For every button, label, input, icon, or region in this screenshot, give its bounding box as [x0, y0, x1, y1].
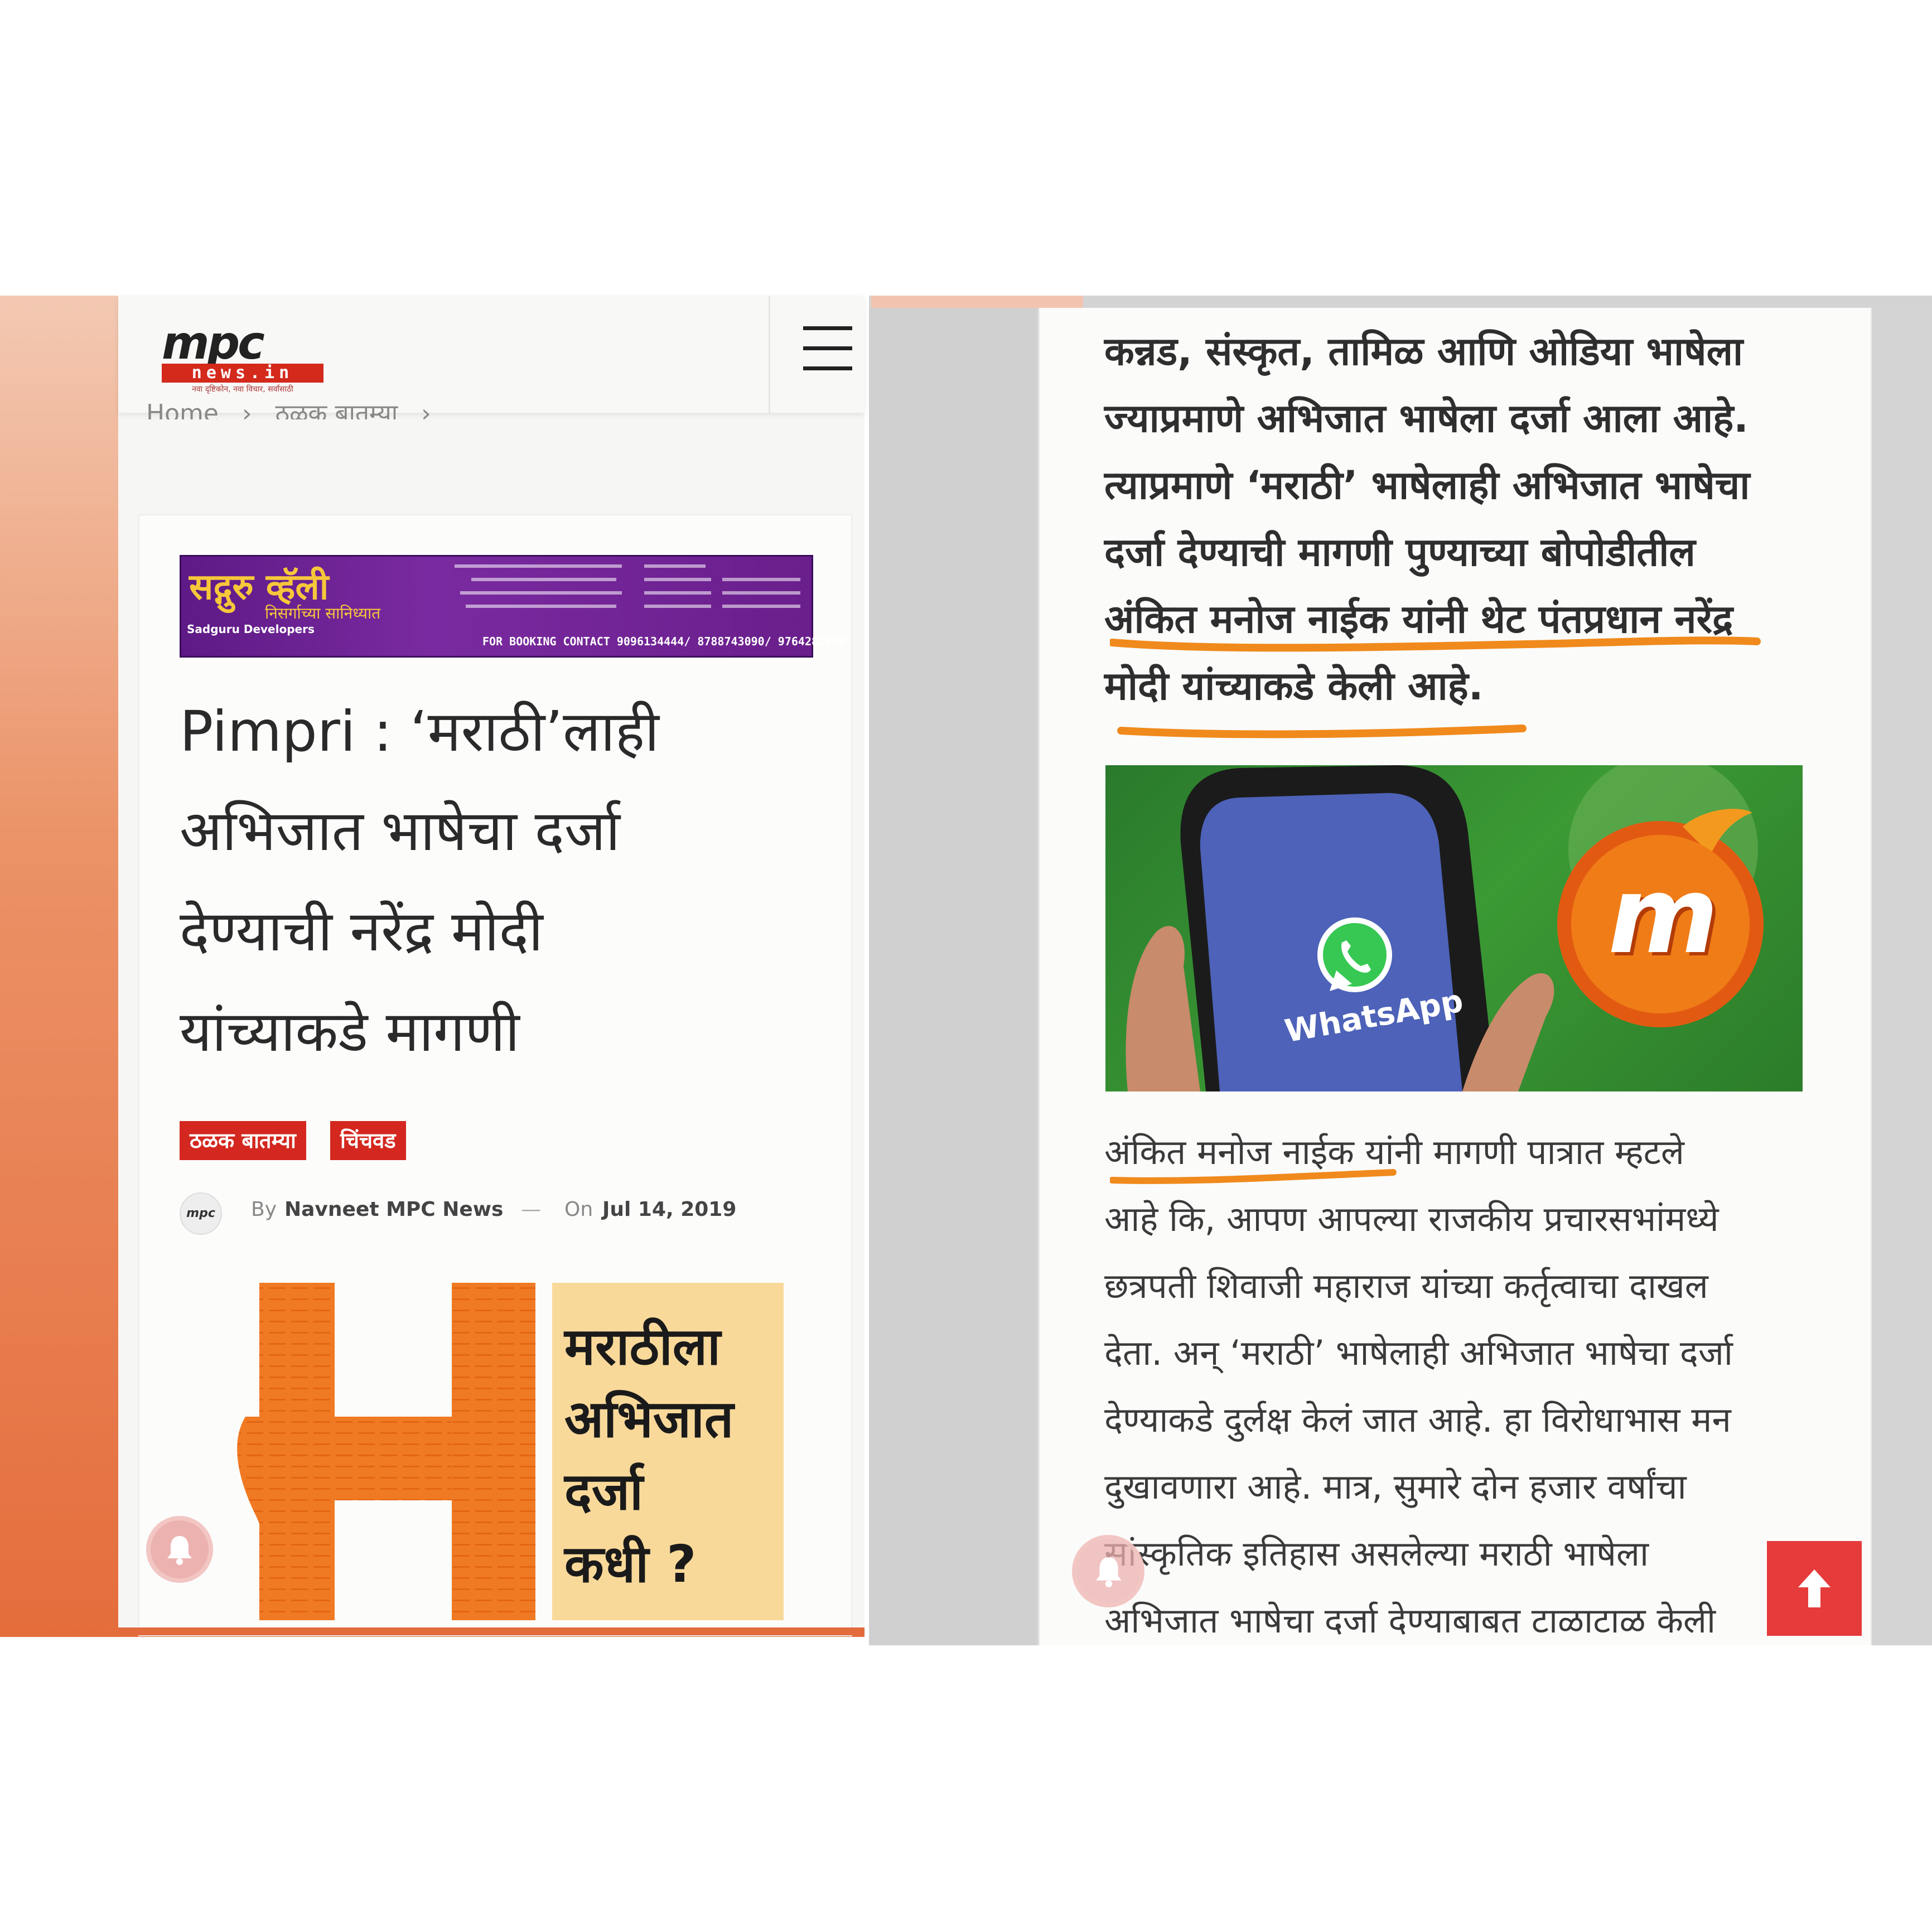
feature-text: मराठीला अभिजात दर्जा कधी ? — [564, 1311, 782, 1601]
article-body-line: देण्याकडे दुर्लक्ष केलं जात आहे. हा विरो… — [1104, 1399, 1731, 1440]
author-meta: mpc By Navneet MPC News — On Jul 14, 201… — [180, 1188, 793, 1235]
right-top-strip — [871, 296, 1083, 308]
breadcrumb-separator: › — [421, 399, 431, 419]
article-body-line: दुखावणारा आहे. मात्र, सुमारे दोन हजार वर… — [1104, 1466, 1687, 1507]
hamburger-icon[interactable] — [803, 326, 853, 371]
m-logo-letter: m — [1608, 854, 1718, 977]
author-name[interactable]: Navneet MPC News — [284, 1198, 503, 1221]
ad-banner[interactable]: सद्गुरु व्हॅली निसर्गाच्या सानिध्यात Sad… — [180, 555, 846, 658]
ad-text-line — [644, 591, 711, 595]
orange-underline-annotation — [1110, 636, 1761, 738]
left-bottom-accent — [118, 1627, 864, 1635]
mpc-news-logo[interactable]: mpc news.in नवा दृष्टिकोन, नवा विचार, सर… — [162, 317, 323, 396]
bell-icon — [167, 1536, 192, 1565]
ad-text-line — [466, 605, 616, 608]
by-label: By — [251, 1198, 277, 1221]
marathi-letter-graphic — [237, 1283, 535, 1620]
breadcrumb: Home › ठळक बातम्या › — [146, 397, 447, 419]
feature-text-line: कधी ? — [564, 1534, 697, 1594]
notification-bell-button[interactable] — [1072, 1535, 1144, 1607]
bell-icon — [1096, 1557, 1122, 1587]
tag-thalak-batmya[interactable]: ठळक बातम्या — [180, 1121, 306, 1160]
article-body-line: अभिजात भाषेचा दर्जा देण्याबाबत टाळाटाळ क… — [1104, 1600, 1716, 1641]
header-divider — [769, 296, 770, 413]
breadcrumb-category[interactable]: ठळक बातम्या — [276, 399, 398, 419]
article-paragraph-line: कन्नड, संस्कृत, तामिळ आणि ओडिया भाषेला — [1104, 329, 1743, 374]
feature-text-line: मराठीला — [564, 1317, 721, 1376]
article-headline-line: Pimpri : ‘मराठी’लाही — [180, 699, 659, 764]
feature-image: मराठीला अभिजात दर्जा कधी ? — [223, 1283, 784, 1620]
ad-text-line — [644, 564, 706, 568]
ad-subtitle: निसर्गाच्या सानिध्यात — [265, 604, 381, 622]
ad-text-line — [722, 578, 800, 581]
article-headline-line: अभिजात भाषेचा दर्जा — [180, 798, 620, 863]
logo-domain-bar: news.in — [162, 364, 323, 383]
article-body-line: आहे कि, आपण आपल्या राजकीय प्रचारसभांमध्य… — [1104, 1199, 1719, 1239]
meta-separator: — — [521, 1198, 541, 1221]
logo-text: mpc — [162, 317, 265, 370]
ad-text-line — [455, 564, 622, 568]
whatsapp-icon — [1317, 917, 1392, 992]
feature-text-line: अभिजात — [564, 1389, 734, 1449]
breadcrumb-separator: › — [241, 399, 252, 419]
orange-underline-annotation — [1110, 1169, 1397, 1184]
ad-text-line — [460, 591, 622, 595]
article-image: WhatsApp m — [1105, 765, 1803, 1091]
article-headline-line: यांच्याकडे मागणी — [180, 999, 520, 1064]
post-date: Jul 14, 2019 — [602, 1198, 737, 1221]
scroll-to-top-button[interactable] — [1767, 1541, 1862, 1636]
article-headline-line: देण्याची नरेंद्र मोदी — [180, 899, 543, 964]
article-body-line: देता. अन् ‘मराठी’ भाषेलाही अभिजात भाषेचा… — [1104, 1332, 1733, 1373]
arrow-up-icon — [1798, 1569, 1830, 1607]
bottom-white-margin — [1036, 1645, 1932, 1932]
notification-bell-button[interactable] — [146, 1516, 213, 1583]
ad-text-line — [722, 591, 800, 595]
feature-text-line: दर्जा — [564, 1462, 643, 1522]
on-label: On — [564, 1198, 593, 1221]
logo-tagline: नवा दृष्टिकोन, नवा विचार, सर्वांसाठी — [192, 385, 293, 394]
article-paragraph-line: ज्याप्रमाणे अभिजात भाषेला दर्जा आला आहे. — [1104, 395, 1749, 441]
tag-chinchwad[interactable]: चिंचवड — [330, 1121, 406, 1160]
right-gray-margin — [869, 308, 1036, 1645]
article-body-line: छत्रपती शिवाजी महाराज यांच्या कर्तृत्वाच… — [1104, 1266, 1708, 1306]
ad-developer: Sadguru Developers — [187, 622, 315, 636]
breadcrumb-home[interactable]: Home — [146, 399, 219, 419]
article-paragraph-line: दर्जा देण्याची मागणी पुण्याच्या बोपोडीती… — [1104, 529, 1696, 575]
ad-text-line — [471, 578, 616, 581]
avatar[interactable]: mpc — [180, 1192, 222, 1235]
ad-contact: FOR BOOKING CONTACT 9096134444/ 87887430… — [482, 635, 846, 648]
ad-text-line — [722, 605, 800, 608]
ad-text-line — [644, 605, 711, 608]
article-paragraph-line: त्याप्रमाणे ‘मराठी’ भाषेलाही अभिजात भाषे… — [1104, 462, 1750, 508]
ad-text-line — [644, 578, 711, 581]
article-body-line: सांस्कृतिक इतिहास असलेल्या मराठी भाषेला — [1104, 1533, 1649, 1574]
